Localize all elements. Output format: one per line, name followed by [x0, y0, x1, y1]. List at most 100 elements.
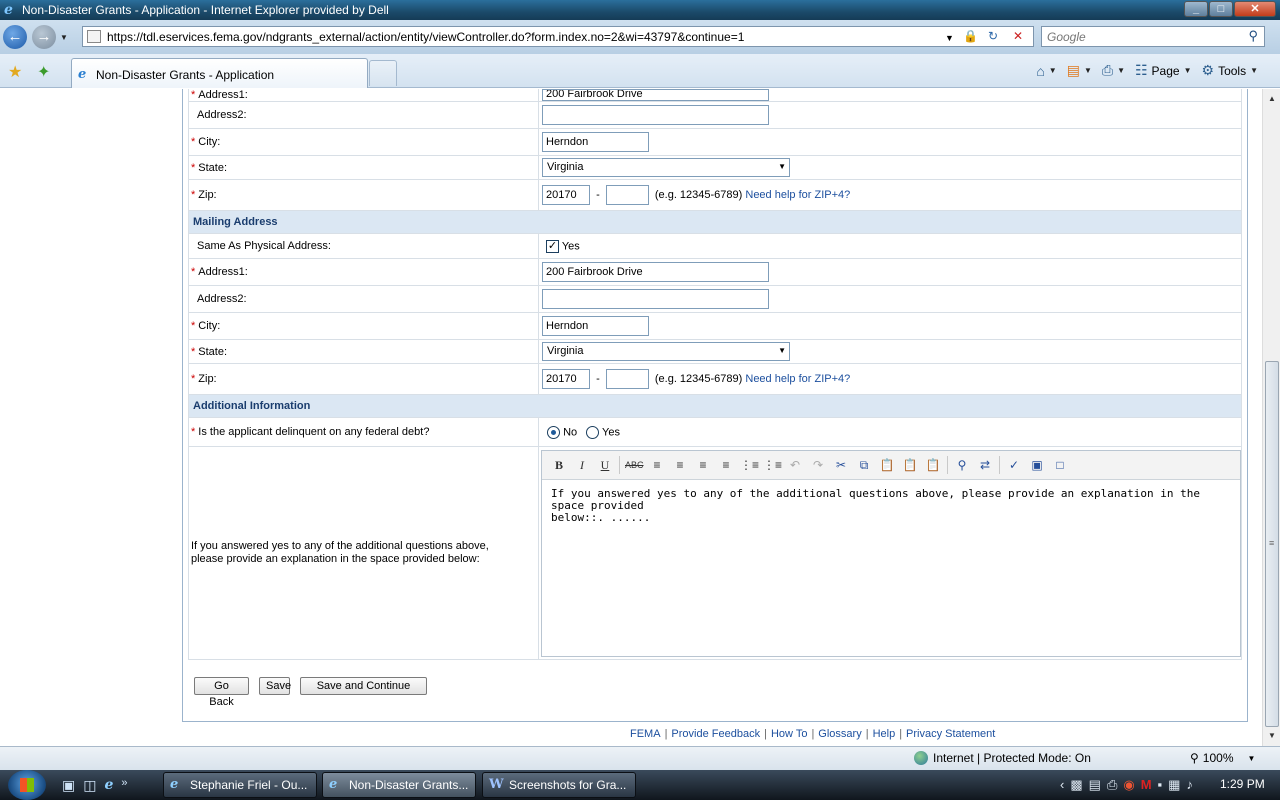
tray-mcafee-icon[interactable]: M [1141, 777, 1152, 793]
source-icon[interactable]: ▣ [1028, 456, 1046, 474]
home-button[interactable]: ⌂ ▼ [1036, 63, 1056, 79]
footer-link-glossary[interactable]: Glossary [818, 728, 861, 740]
search-icon[interactable]: ⚲ [1248, 28, 1258, 44]
replace-icon[interactable]: ⇄ [976, 456, 994, 474]
tray-app-icon[interactable]: ▩ [1070, 777, 1082, 793]
lock-icon[interactable]: 🔒 [963, 29, 978, 44]
align-right-icon[interactable]: ≡ [694, 456, 712, 474]
physical-address1-input[interactable]: 200 Fairbrook Drive [542, 89, 769, 101]
zip-help-link[interactable]: Need help for ZIP+4? [745, 189, 850, 201]
strikethrough-icon[interactable]: ABC [625, 456, 644, 474]
tray-display-icon[interactable]: ▦ [1168, 777, 1180, 793]
back-button[interactable]: ← [3, 25, 27, 49]
footer-link-feedback[interactable]: Provide Feedback [671, 728, 760, 740]
spellcheck-icon[interactable]: ✓ [1005, 456, 1023, 474]
mailing-zip-label: Zip: [198, 373, 217, 385]
save-and-continue-button[interactable]: Save and Continue [300, 677, 427, 695]
delinquent-yes-radio[interactable] [586, 425, 600, 439]
tray-clipboard-icon[interactable]: ▪ [1158, 777, 1163, 793]
paste-text-icon[interactable]: 📋 [901, 456, 919, 474]
url-text[interactable]: https://tdl.eservices.fema.gov/ndgrants_… [107, 30, 744, 44]
tray-expand-icon[interactable]: ‹ [1060, 777, 1064, 793]
redo-icon[interactable]: ↷ [809, 456, 827, 474]
undo-icon[interactable]: ↶ [786, 456, 804, 474]
recent-pages-dropdown-icon[interactable]: ▼ [60, 33, 68, 42]
more-chevron-icon[interactable]: » [121, 777, 127, 794]
tray-volume-icon[interactable]: ♪ [1186, 777, 1193, 793]
physical-address2-input[interactable] [542, 105, 769, 125]
fullscreen-icon[interactable]: □ [1051, 456, 1069, 474]
favorites-star-icon[interactable]: ★ [8, 62, 22, 82]
refresh-icon[interactable]: ↻ [988, 29, 998, 44]
mailing-address2-input[interactable] [542, 289, 769, 309]
cut-icon[interactable]: ✂ [832, 456, 850, 474]
delinquent-no-radio[interactable] [547, 425, 560, 439]
show-desktop-icon[interactable]: ▣ [62, 777, 75, 794]
maximize-button[interactable]: □ [1209, 1, 1233, 17]
scroll-down-icon[interactable]: ▼ [1263, 728, 1280, 744]
physical-city-input[interactable]: Herndon [542, 132, 649, 152]
address-bar[interactable]: https://tdl.eservices.fema.gov/ndgrants_… [82, 26, 1034, 47]
justify-icon[interactable]: ≡ [717, 456, 735, 474]
scrollbar-thumb[interactable]: ≡ [1265, 361, 1279, 727]
ie-quicklaunch-icon[interactable]: e [104, 777, 113, 794]
paste-icon[interactable]: 📋 [878, 456, 896, 474]
new-tab-button[interactable] [369, 60, 397, 86]
footer-link-help[interactable]: Help [873, 728, 896, 740]
bullet-list-icon[interactable]: ⋮≡ [740, 456, 759, 474]
taskbar-item-outlook[interactable]: e Stephanie Friel - Ou... [163, 772, 317, 798]
italic-icon[interactable]: I [573, 456, 591, 474]
tools-menu[interactable]: ⚙ Tools ▼ [1202, 62, 1259, 79]
go-back-button[interactable]: Go Back [194, 677, 249, 708]
paste-word-icon[interactable]: 📋 [924, 456, 942, 474]
page-menu[interactable]: ☷ Page ▼ [1135, 62, 1192, 79]
zoom-control[interactable]: ⚲ 100% ▼ [1190, 751, 1255, 765]
footer-link-fema[interactable]: FEMA [630, 728, 661, 740]
zip-help-link[interactable]: Need help for ZIP+4? [745, 373, 850, 385]
feeds-button[interactable]: ▤ ▼ [1067, 62, 1092, 79]
physical-zip4-input[interactable] [605, 185, 649, 205]
taskbar-item-grants[interactable]: e Non-Disaster Grants... [322, 772, 476, 798]
footer-link-privacy[interactable]: Privacy Statement [906, 728, 995, 740]
browser-tab[interactable]: e Non-Disaster Grants - Application [71, 58, 368, 88]
mailing-zip4-input[interactable] [605, 369, 649, 389]
mailing-zip-input[interactable]: 20170 [542, 369, 590, 389]
align-center-icon[interactable]: ≡ [671, 456, 689, 474]
mailing-state-select[interactable]: Virginia ▼ [542, 342, 790, 361]
mailing-address1-input[interactable]: 200 Fairbrook Drive [542, 262, 769, 282]
security-zone[interactable]: Internet | Protected Mode: On [914, 751, 1091, 765]
save-button[interactable]: Save [259, 677, 291, 695]
stop-icon[interactable]: ✕ [1013, 29, 1023, 44]
tray-security-icon[interactable]: ◉ [1123, 777, 1134, 793]
taskbar-item-word[interactable]: W Screenshots for Gra... [482, 772, 636, 798]
same-as-physical-checkbox[interactable]: ✓ [546, 239, 559, 253]
mailing-city-input[interactable]: Herndon [542, 316, 649, 336]
bold-icon[interactable]: B [550, 456, 568, 474]
start-button[interactable] [8, 770, 46, 800]
search-box[interactable]: Google ⚲ [1041, 26, 1265, 47]
footer-link-how-to[interactable]: How To [771, 728, 807, 740]
physical-zip-input[interactable]: 20170 [542, 185, 590, 205]
physical-state-select[interactable]: Virginia ▼ [542, 158, 790, 177]
switch-windows-icon[interactable]: ◫ [83, 777, 96, 794]
tray-network-icon[interactable]: ▤ [1089, 777, 1101, 793]
tray-printer-icon[interactable]: ⎙ [1107, 777, 1117, 793]
editor-toolbar: B I U ABC ≡ ≡ ≡ ≡ ⋮≡ ⋮≡ ↶ ↷ ✂ ⧉ 📋 📋 📋 ⚲ … [542, 451, 1240, 480]
close-button[interactable]: ✕ [1234, 1, 1276, 17]
underline-icon[interactable]: U [596, 456, 614, 474]
vertical-scrollbar[interactable]: ▲ ≡ ▼ [1262, 89, 1280, 746]
find-icon[interactable]: ⚲ [953, 456, 971, 474]
scroll-up-icon[interactable]: ▲ [1263, 91, 1280, 107]
minimize-button[interactable]: _ [1184, 1, 1208, 17]
clock[interactable]: 1:29 PM [1220, 777, 1265, 791]
copy-icon[interactable]: ⧉ [855, 456, 873, 474]
add-favorite-icon[interactable]: ✦ [37, 62, 50, 82]
zoom-dropdown-icon[interactable]: ▼ [1248, 754, 1256, 763]
align-left-icon[interactable]: ≡ [648, 456, 666, 474]
numbered-list-icon[interactable]: ⋮≡ [763, 456, 782, 474]
address-dropdown-icon[interactable]: ▼ [945, 31, 954, 46]
explanation-textarea[interactable]: If you answered yes to any of the additi… [551, 488, 1231, 524]
print-button[interactable]: ⎙ ▼ [1102, 62, 1125, 79]
forward-button[interactable]: → [32, 25, 56, 49]
page-icon [87, 30, 101, 43]
